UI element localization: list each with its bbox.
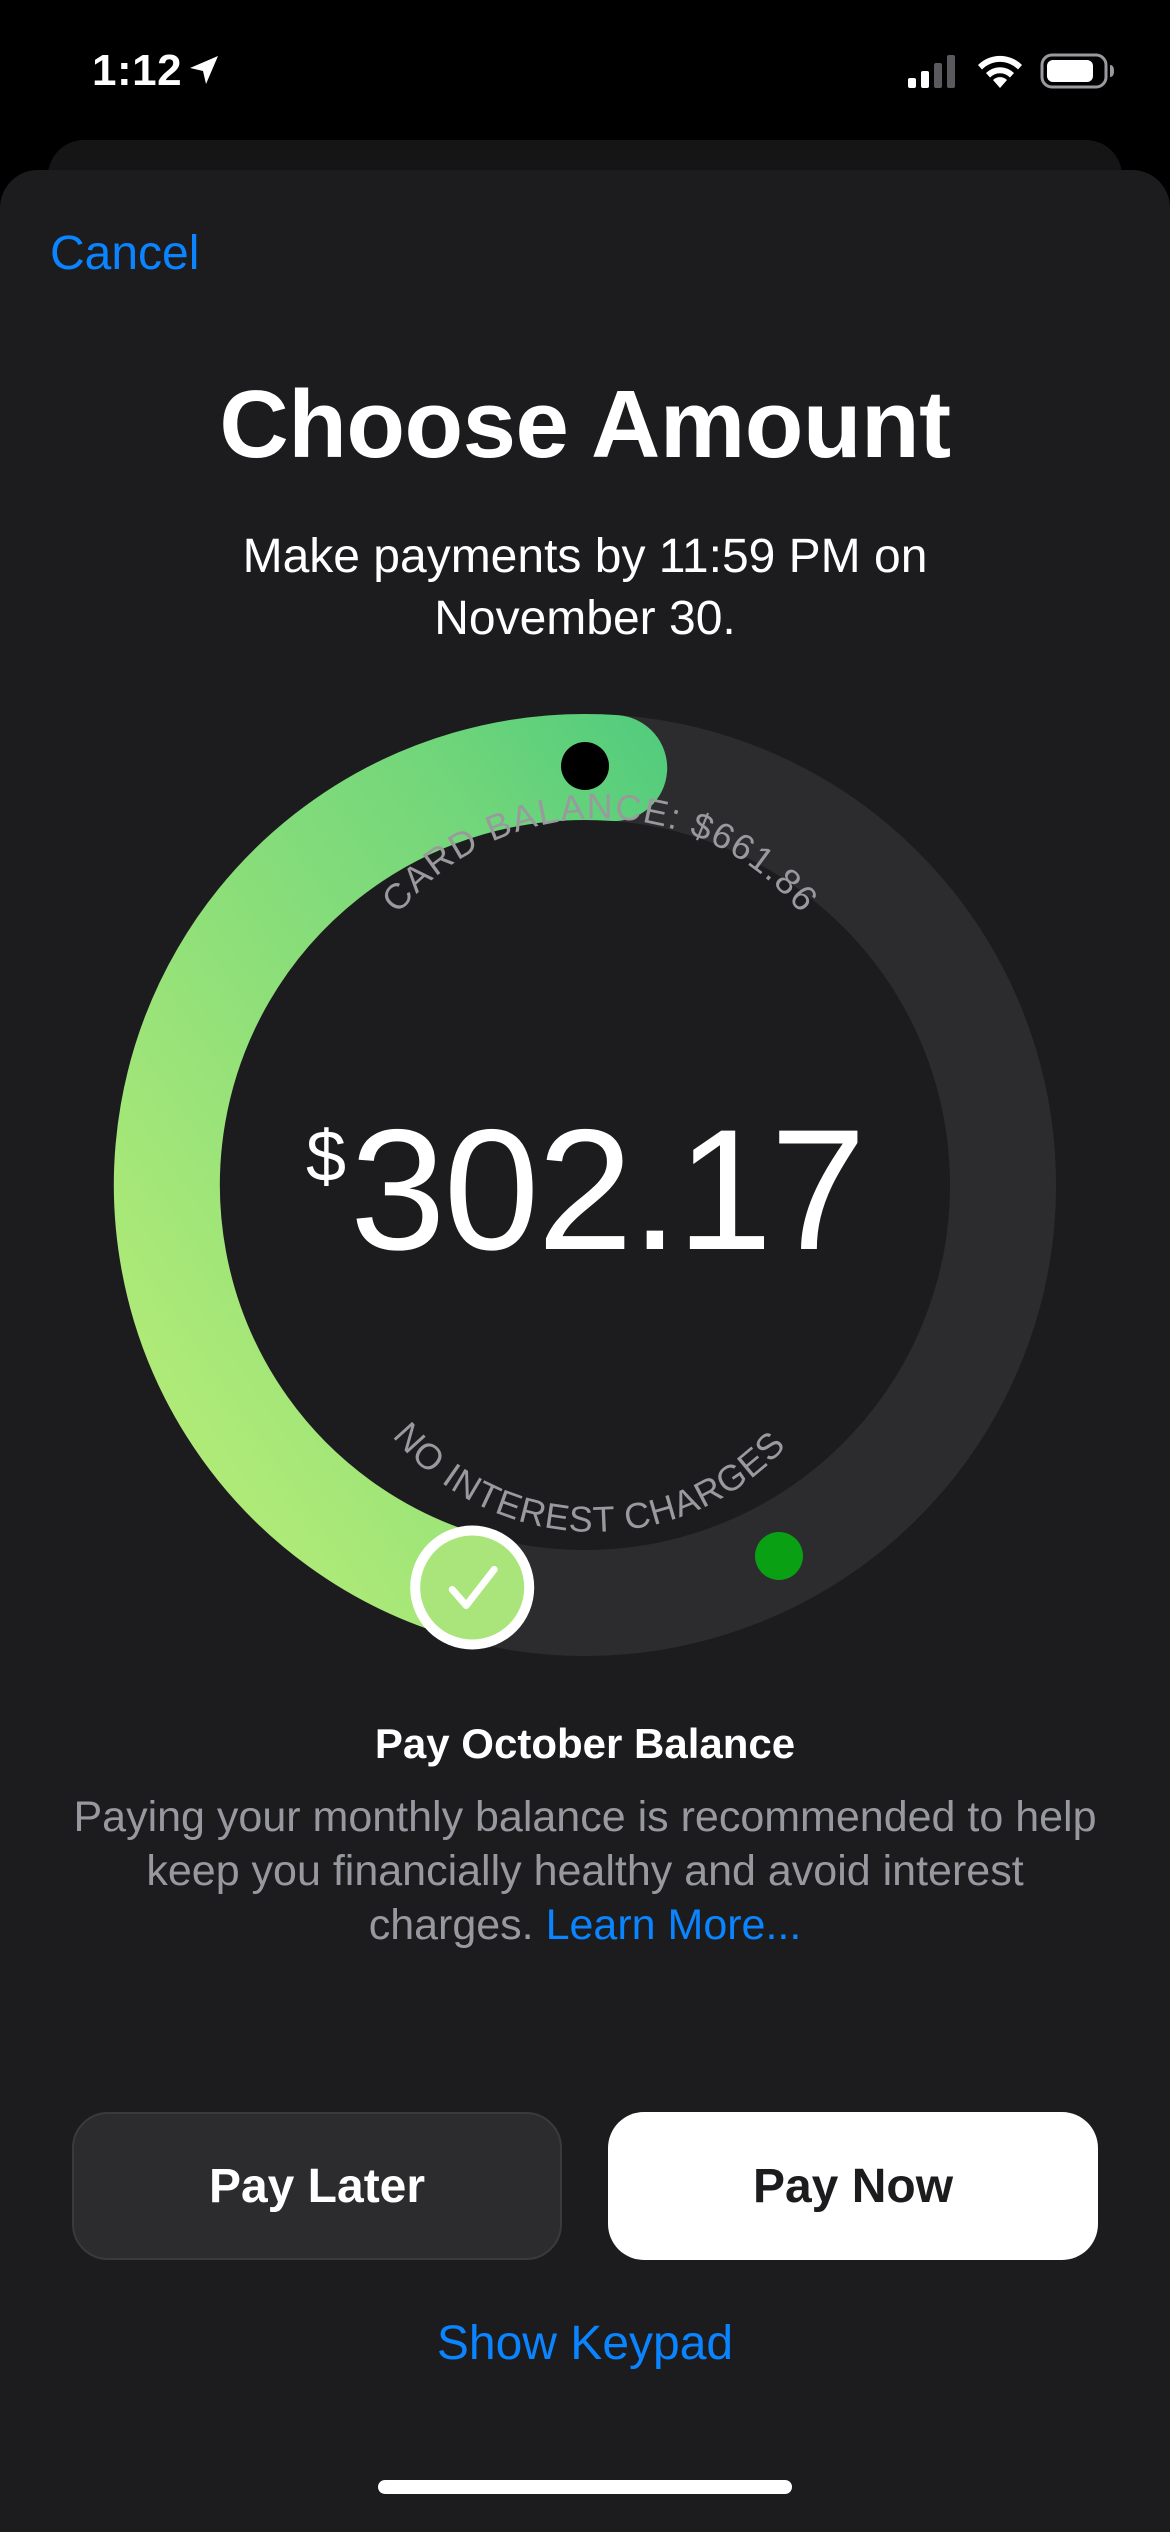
status-bar: 1:12 [0,0,1170,150]
amount-currency-symbol: $ [305,1117,346,1197]
amount-value: 302.17 [349,1094,866,1286]
payment-amount: $302.17 [0,1090,1170,1290]
cellular-signal-icon [908,55,955,88]
payment-deadline-text: Make payments by 11:59 PM on November 30… [242,530,928,645]
home-indicator [378,2480,792,2494]
battery-icon [1040,53,1114,89]
wifi-icon [978,55,1022,88]
option-description: Paying your monthly balance is recommend… [70,1790,1100,1952]
status-time: 1:12 [92,46,183,95]
amount-slider-handle[interactable] [410,1525,535,1650]
location-arrow-icon [190,56,218,84]
learn-more-link[interactable]: Learn More... [546,1901,802,1949]
cancel-button[interactable]: Cancel [50,226,199,281]
pay-later-button[interactable]: Pay Later [72,2112,562,2260]
show-keypad-button[interactable]: Show Keypad [0,2316,1170,2371]
balance-endpoint-dot[interactable] [561,742,609,790]
page-title: Choose Amount [219,371,951,478]
screen: 1:12 Cancel Choose Amount Make payments … [0,0,1170,2532]
pay-now-button[interactable]: Pay Now [608,2112,1098,2260]
option-title: Pay October Balance [374,1720,796,1767]
